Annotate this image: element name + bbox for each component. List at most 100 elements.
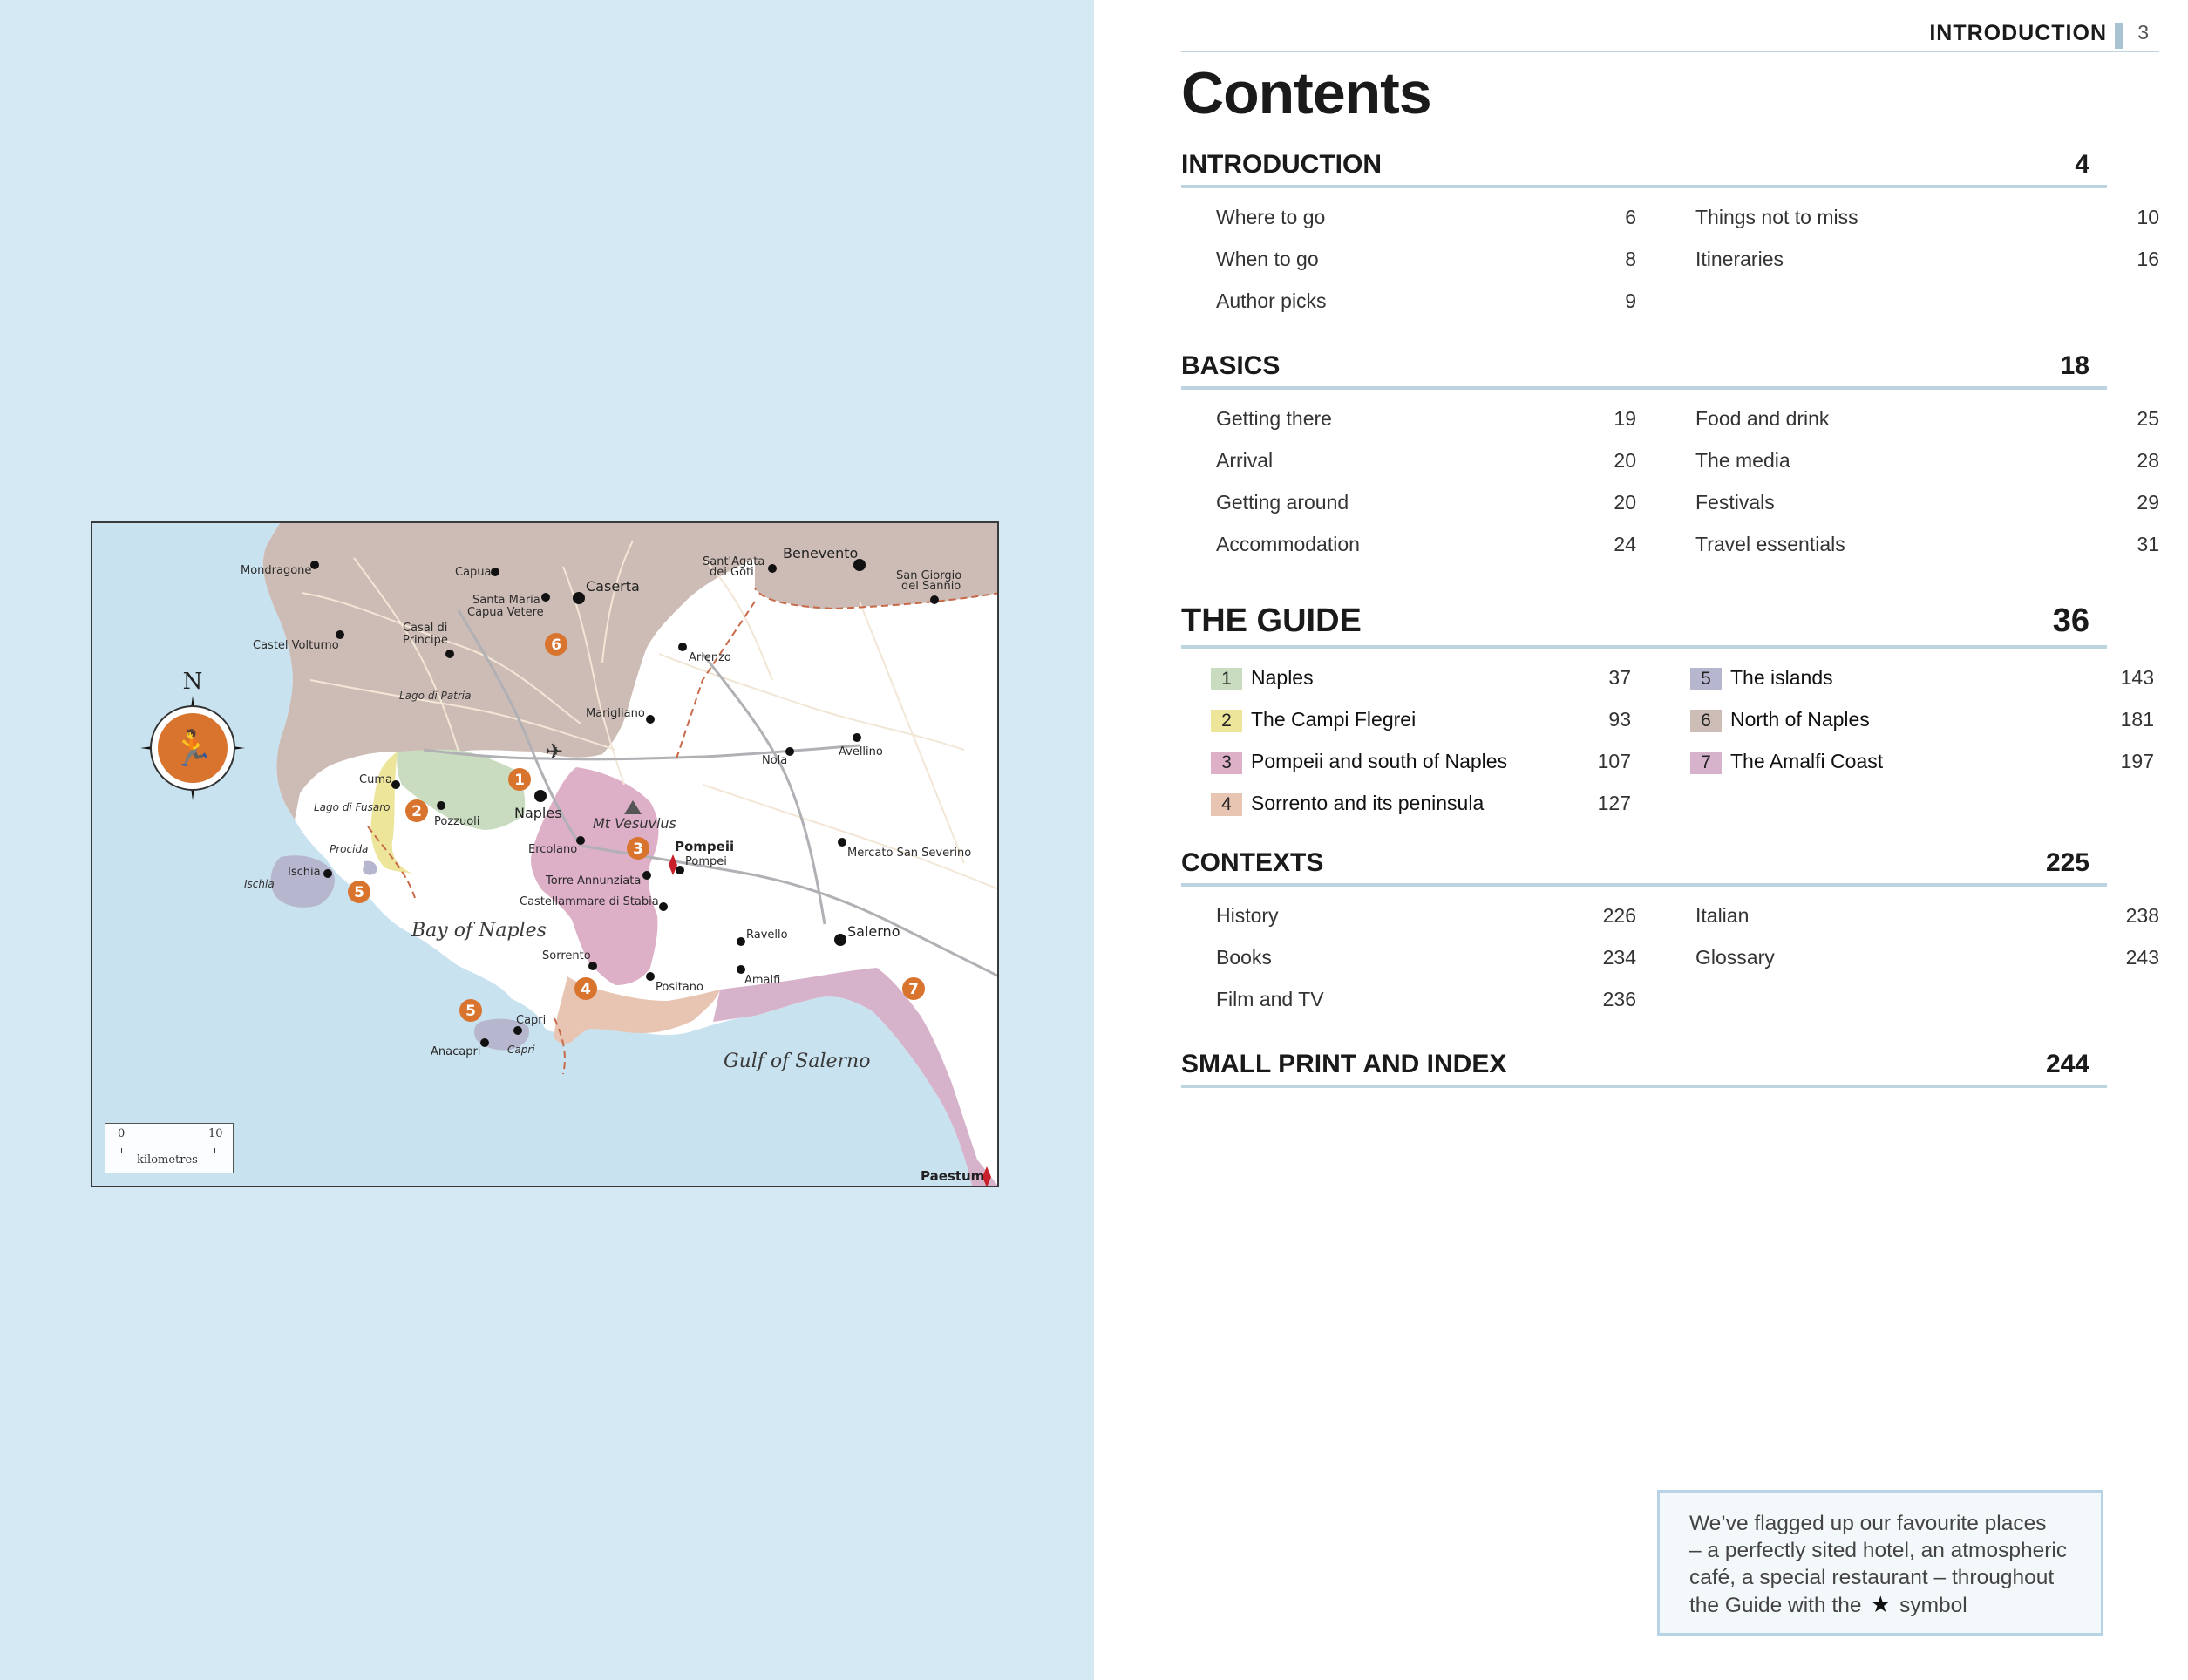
compass-north-label: N <box>183 669 203 695</box>
guide-chapter-entry[interactable]: 3 Pompeii and south of Naples 107 <box>1211 741 1647 783</box>
entry-name: Arrival <box>1216 449 1274 472</box>
entry-name: Film and TV <box>1216 988 1324 1010</box>
section-title: BASICS <box>1181 351 1281 380</box>
map-svg: ✈ 1 2 3 4 5 5 6 7 🏃 N Mondragone Capua C… <box>92 523 997 1186</box>
toc-entry[interactable]: Film and TV 236 <box>1216 979 1652 1021</box>
entry-name: The media <box>1695 449 1790 472</box>
town-label: Pompeii <box>675 839 734 854</box>
entry-name: When to go <box>1216 248 1319 270</box>
guide-chapter-entry[interactable]: 5 The islands 143 <box>1690 657 2154 699</box>
entry-name: Pompeii and south of Naples <box>1251 750 1508 772</box>
note-line: café, a special restaurant – throughout <box>1689 1566 2055 1589</box>
town-label: Mondragone <box>241 564 311 577</box>
note-line: We’ve flagged up our favourite places <box>1689 1512 2047 1535</box>
town-label: Capua Vetere <box>467 606 544 619</box>
town-label: Lago di Fusaro <box>314 801 390 813</box>
toc-entry[interactable]: When to go 8 <box>1216 239 1652 281</box>
town-label: Caserta <box>586 578 640 595</box>
section-page: 18 <box>2060 351 2089 380</box>
town-label: Avellino <box>839 745 883 758</box>
entry-name: Things not to miss <box>1695 206 1858 228</box>
entry-page: 9 <box>1625 289 1636 312</box>
entry-page: 234 <box>1602 946 1636 969</box>
town-label: Capri <box>516 1014 546 1027</box>
town-label: Ischia <box>244 878 275 890</box>
guide-chapter-entry[interactable]: 4 Sorrento and its peninsula 127 <box>1211 783 1647 825</box>
toc-entry[interactable]: Food and drink 25 <box>1695 398 2159 440</box>
town-label: Ravello <box>746 928 788 942</box>
toc-entry[interactable]: Arrival 20 <box>1216 440 1652 482</box>
svg-text:6: 6 <box>551 636 561 654</box>
town-label: Ercolano <box>528 843 577 856</box>
section-header[interactable]: BASICS 18 <box>1181 350 2107 390</box>
town-label: Sorrento <box>542 949 591 962</box>
town-label: Naples <box>514 805 562 821</box>
chapter-number-badge: 6 <box>1690 710 1722 732</box>
guide-chapter-entry[interactable]: 2 The Campi Flegrei 93 <box>1211 699 1647 741</box>
entry-name: Italian <box>1695 904 1750 927</box>
sea-label: Gulf of Salerno <box>724 1051 870 1072</box>
toc-entry[interactable]: Travel essentials 31 <box>1695 524 2159 566</box>
toc-entry[interactable]: Getting around 20 <box>1216 482 1652 524</box>
section-page: 4 <box>2075 150 2089 179</box>
entry-name: Naples <box>1251 666 1314 689</box>
entry-page: 16 <box>2137 248 2159 270</box>
guide-chapter-entry[interactable]: 7 The Amalfi Coast 197 <box>1690 741 2154 783</box>
town-label: Capua <box>455 566 492 579</box>
section-the-guide: THE GUIDE 36 1 Naples 37 2 The Campi Flegre… <box>1181 600 2154 816</box>
town-label: Procida <box>330 843 368 855</box>
section-title: SMALL PRINT AND INDEX <box>1181 1050 1507 1078</box>
town-label: del Sannio <box>901 580 961 593</box>
toc-entry[interactable]: Itineraries 16 <box>1695 239 2159 281</box>
town-label: Lago di Patria <box>399 690 472 702</box>
town-label: Casal di <box>403 622 447 635</box>
entry-name: The Amalfi Coast <box>1730 750 1884 772</box>
toc-entry[interactable]: Glossary 243 <box>1695 937 2159 979</box>
entry-page: 10 <box>2137 206 2159 228</box>
running-head-bar <box>2115 23 2123 49</box>
running-head-section: INTRODUCTION <box>1929 21 2107 45</box>
left-page: ✈ 1 2 3 4 5 5 6 7 🏃 N Mondragone Capua C… <box>0 0 1094 1680</box>
toc-entry[interactable]: Author picks 9 <box>1216 281 1652 323</box>
toc-entry[interactable]: Getting there 19 <box>1216 398 1652 440</box>
town-label: Marigliano <box>586 707 645 720</box>
entry-page: 24 <box>1614 533 1636 555</box>
toc-entry[interactable]: Things not to miss 10 <box>1695 197 2159 239</box>
section-header[interactable]: THE GUIDE 36 <box>1181 600 2107 649</box>
entry-name: North of Naples <box>1730 708 1870 731</box>
town-label: Benevento <box>783 545 858 561</box>
chapter-number-badge: 3 <box>1211 752 1242 774</box>
sea-label: Bay of Naples <box>411 920 547 942</box>
note-text: We’ve flagged up our favourite places – … <box>1689 1510 2087 1619</box>
guide-chapter-entry[interactable]: 6 North of Naples 181 <box>1690 699 2154 741</box>
toc-entry[interactable]: History 226 <box>1216 895 1652 937</box>
chapter-number-badge: 5 <box>1690 668 1722 690</box>
entry-page: 37 <box>1608 666 1631 689</box>
section-header[interactable]: CONTEXTS 225 <box>1181 847 2107 887</box>
entry-name: Glossary <box>1695 946 1775 969</box>
svg-text:2: 2 <box>411 803 422 820</box>
toc-entry[interactable]: Books 234 <box>1216 937 1652 979</box>
entry-page: 243 <box>2125 946 2159 969</box>
page-title: Contents <box>1181 60 1432 126</box>
region-map: ✈ 1 2 3 4 5 5 6 7 🏃 N Mondragone Capua C… <box>91 521 999 1187</box>
town-label: Salerno <box>847 923 900 940</box>
entry-page: 20 <box>1614 491 1636 514</box>
entry-page: 93 <box>1608 708 1631 731</box>
town-label: Mercato San Severino <box>847 847 971 860</box>
entry-name: Itineraries <box>1695 248 1784 270</box>
right-page: INTRODUCTION 3 Contents INTRODUCTION 4 W… <box>1094 0 2188 1680</box>
section-header[interactable]: INTRODUCTION 4 <box>1181 148 2107 188</box>
guide-chapter-entry[interactable]: 1 Naples 37 <box>1211 657 1647 699</box>
toc-entry[interactable]: Festivals 29 <box>1695 482 2159 524</box>
toc-entry[interactable]: Accommodation 24 <box>1216 524 1652 566</box>
section-header[interactable]: SMALL PRINT AND INDEX 244 <box>1181 1048 2107 1088</box>
entry-name: History <box>1216 904 1279 927</box>
svg-text:1: 1 <box>514 772 525 789</box>
entry-page: 20 <box>1614 449 1636 472</box>
town-label: Pozzuoli <box>434 815 479 828</box>
toc-entry[interactable]: Where to go 6 <box>1216 197 1652 239</box>
chapter-number-badge: 2 <box>1211 710 1242 732</box>
toc-entry[interactable]: The media 28 <box>1695 440 2159 482</box>
toc-entry[interactable]: Italian 238 <box>1695 895 2159 937</box>
